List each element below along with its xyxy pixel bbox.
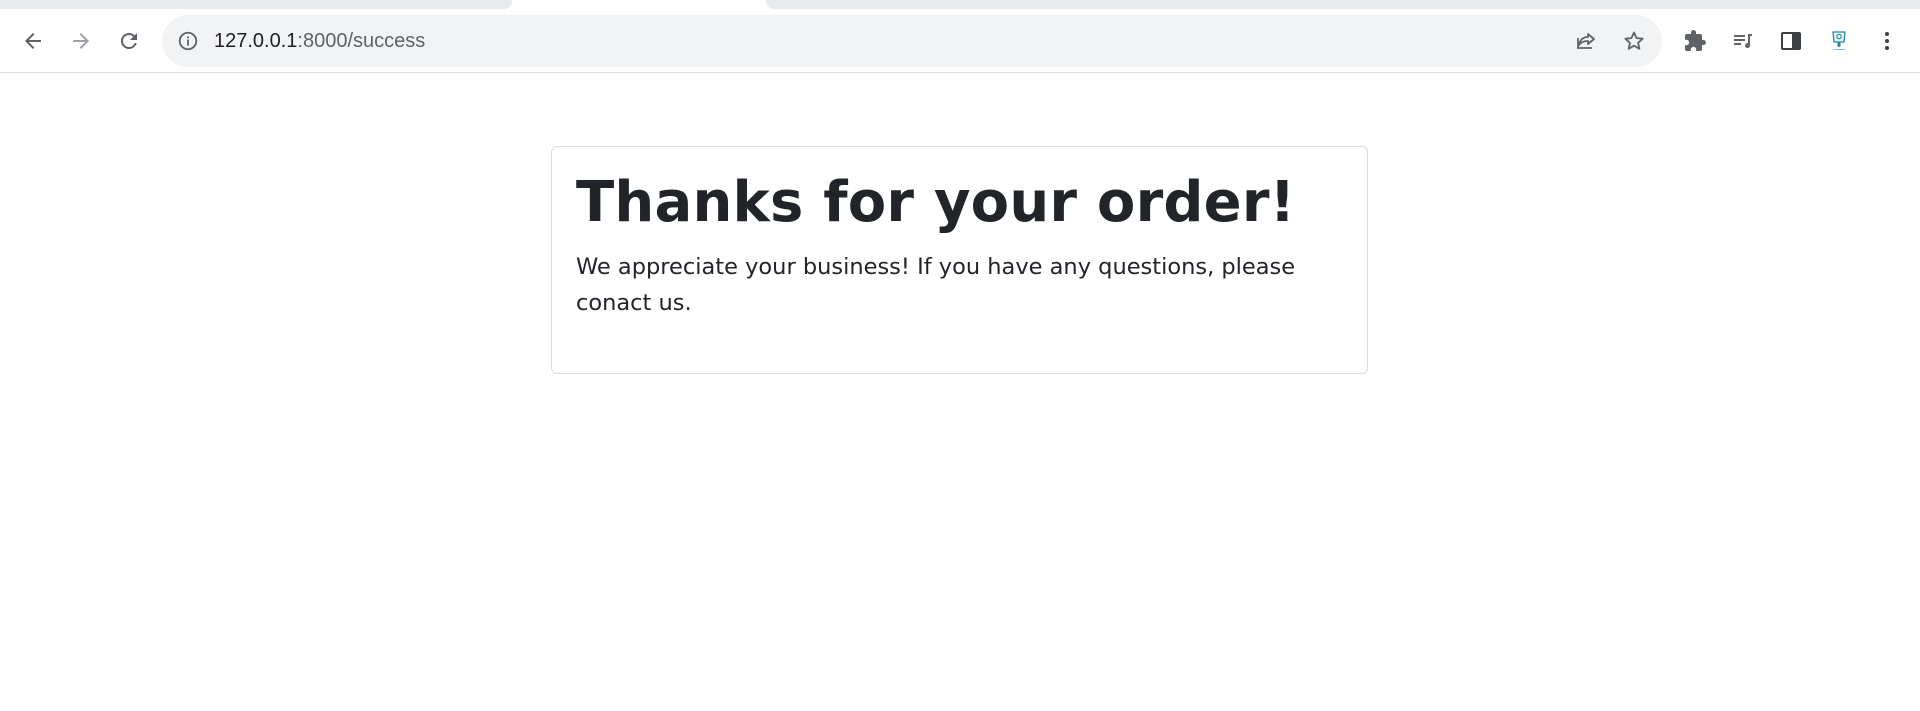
reload-button[interactable]: [110, 22, 148, 60]
order-confirmation-card: Thanks for your order! We appreciate you…: [551, 146, 1368, 374]
kebab-menu-icon: [1885, 32, 1889, 50]
share-button[interactable]: [1572, 27, 1600, 55]
url-path: :8000/success: [297, 30, 426, 52]
forward-button[interactable]: [62, 22, 100, 60]
page-content: Thanks for your order! We appreciate you…: [0, 73, 1920, 711]
arrow-left-icon: [25, 33, 41, 49]
bookmark-button[interactable]: [1620, 27, 1648, 55]
menu-button[interactable]: [1868, 22, 1906, 60]
address-bar[interactable]: 127.0.0.1:8000/success: [162, 15, 1662, 67]
confirmation-message: We appreciate your business! If you have…: [576, 254, 1296, 316]
media-controls-button[interactable]: [1724, 22, 1762, 60]
profile-avatar-icon: [1832, 31, 1846, 50]
inactive-tab-left[interactable]: [0, 0, 512, 9]
side-panel-icon: [1781, 32, 1801, 50]
reload-icon: [121, 33, 137, 49]
inactive-tab-right[interactable]: [766, 0, 1920, 9]
arrow-right-icon: [73, 33, 89, 49]
info-icon[interactable]: [176, 29, 200, 53]
page-title: Thanks for your order!: [576, 170, 1296, 235]
browser-toolbar: 127.0.0.1:8000/success: [0, 9, 1920, 73]
star-icon: [1624, 31, 1644, 50]
playlist-icon: [1734, 34, 1752, 48]
url-host: 127.0.0.1: [214, 30, 298, 52]
url-text[interactable]: 127.0.0.1:8000/success: [214, 15, 425, 67]
back-button[interactable]: [14, 22, 52, 60]
profile-button[interactable]: [1820, 22, 1858, 60]
share-icon: [1577, 33, 1595, 49]
side-panel-button[interactable]: [1772, 22, 1810, 60]
extensions-button[interactable]: [1676, 22, 1714, 60]
tab-strip: [0, 0, 1920, 9]
puzzle-icon: [1685, 30, 1706, 51]
